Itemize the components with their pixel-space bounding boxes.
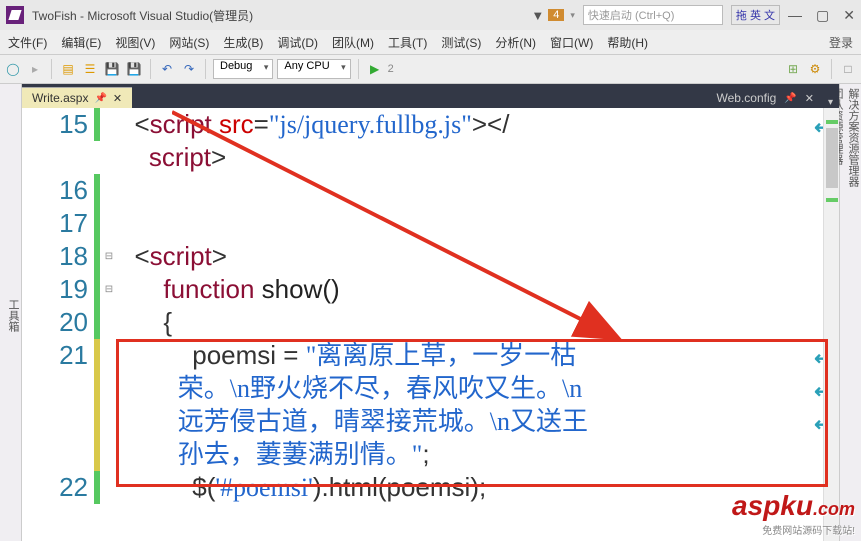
redo-icon[interactable]: ↷ [180,60,198,78]
toolbox-rail[interactable]: 工具箱 [0,84,22,541]
right-rail[interactable]: 解决方案资源管理器 团队资源管理器 属性 [839,84,861,541]
tab-label: Write.aspx [32,91,88,105]
menu-test[interactable]: 测试(S) [441,34,481,51]
login-link[interactable]: 登录 [829,34,853,51]
menu-file[interactable]: 文件(F) [8,34,47,51]
menu-tools[interactable]: 工具(T) [388,34,427,51]
tab-close-icon[interactable]: ✕ [805,92,814,105]
code-area[interactable]: 15 16 17 18 19 20 21 22 [22,108,839,541]
toolbox-icon[interactable]: ⊞ [784,60,802,78]
tab-overflow-icon[interactable]: ▾ [822,97,839,108]
tab-close-icon[interactable]: ✕ [113,92,122,105]
open-file-icon[interactable]: ☰ [81,60,99,78]
tab-strip: Write.aspx 📌 ✕ Web.config 📌 ✕ ▾ [22,84,839,108]
menu-website[interactable]: 网站(S) [169,34,209,51]
vs-logo-icon [6,6,24,24]
save-icon[interactable]: 💾 [103,60,121,78]
chevron-down-icon[interactable]: ▾ [570,10,575,21]
scroll-thumb[interactable] [826,128,838,188]
pin-icon[interactable]: 📌 [784,93,796,104]
tab-webconfig[interactable]: Web.config 📌 ✕ [708,88,821,108]
fold-gutter[interactable]: ⊟⊟ [102,108,116,541]
quick-launch-input[interactable]: 快速启动 (Ctrl+Q) [583,5,723,25]
tab-label: Web.config [716,91,776,105]
prop-icon[interactable]: ⚙ [806,60,824,78]
menu-edit[interactable]: 编辑(E) [61,34,101,51]
line-gutter: 15 16 17 18 19 20 21 22 [22,108,94,541]
pin-icon[interactable]: 📌 [94,93,106,104]
save-all-icon[interactable]: 💾 [125,60,143,78]
notification-badge[interactable]: 4 [548,9,564,21]
title-bar: TwoFish - Microsoft Visual Studio(管理员) ▼… [0,0,861,30]
menu-view[interactable]: 视图(V) [115,34,155,51]
editor-panel: Write.aspx 📌 ✕ Web.config 📌 ✕ ▾ 15 16 17… [22,84,839,541]
minimize-button[interactable]: — [788,7,802,24]
nav-fwd-icon[interactable]: ▸ [26,60,44,78]
menu-analyze[interactable]: 分析(N) [495,34,536,51]
vertical-scrollbar[interactable] [823,108,839,541]
menu-team[interactable]: 团队(M) [332,34,374,51]
undo-icon[interactable]: ↶ [158,60,176,78]
close-button[interactable]: ✕ [843,7,855,24]
maximize-button[interactable]: ▢ [816,7,829,24]
menu-bar: 文件(F) 编辑(E) 视图(V) 网站(S) 生成(B) 调试(D) 团队(M… [0,30,861,54]
start-label[interactable]: 2 [388,63,394,75]
ime-indicator[interactable]: 拖 英 文 [731,5,780,25]
window-title: TwoFish - Microsoft Visual Studio(管理员) [32,7,253,24]
config-combo[interactable]: Debug [213,59,273,79]
new-file-icon[interactable]: ▤ [59,60,77,78]
menu-help[interactable]: 帮助(H) [607,34,648,51]
start-button[interactable]: ▶ [366,60,384,78]
watermark: aspku.com 免费网站源码下载站! [732,490,855,537]
flag-icon[interactable]: ▼ [531,8,544,23]
misc-icon[interactable]: □ [839,60,857,78]
menu-build[interactable]: 生成(B) [223,34,263,51]
change-marker [94,108,102,541]
menu-debug[interactable]: 调试(D) [277,34,318,51]
workspace: 工具箱 Write.aspx 📌 ✕ Web.config 📌 ✕ ▾ 15 1… [0,84,861,541]
tab-active[interactable]: Write.aspx 📌 ✕ [22,87,132,108]
code-text[interactable]: <script src="js/jquery.fullbg.js"></ scr… [116,108,839,541]
toolbar: ◯ ▸ ▤ ☰ 💾 💾 ↶ ↷ Debug Any CPU ▶ 2 ⊞ ⚙ □ [0,54,861,84]
platform-combo[interactable]: Any CPU [277,59,350,79]
nav-back-icon[interactable]: ◯ [4,60,22,78]
menu-window[interactable]: 窗口(W) [550,34,593,51]
